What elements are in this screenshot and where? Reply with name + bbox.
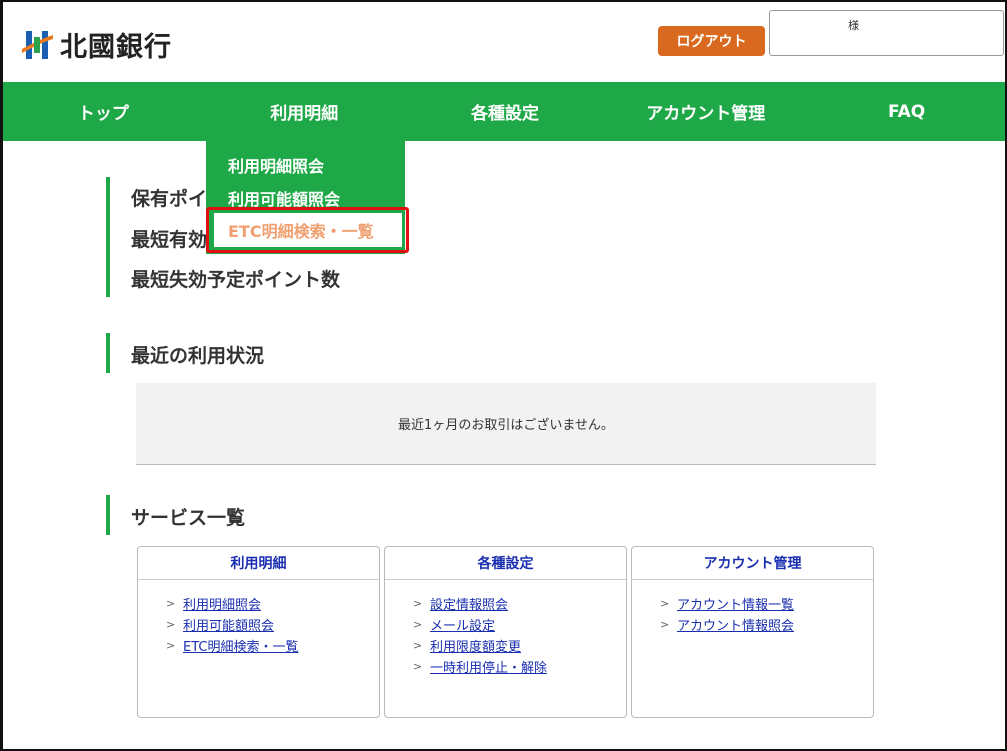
list-item: > メール設定 <box>413 614 626 635</box>
chevron-right-icon: > <box>660 597 670 610</box>
chevron-right-icon: > <box>413 660 423 673</box>
service-link-list: > 設定情報照会 > メール設定 > 利用限度額変更 > 一時利用停止・解除 <box>385 580 626 677</box>
link-statement-inquiry[interactable]: 利用明細照会 <box>183 594 261 613</box>
list-item: > ETC明細検索・一覧 <box>166 635 379 656</box>
points-held-label: 保有ポイ <box>131 188 208 210</box>
service-card-settings: 各種設定 > 設定情報照会 > メール設定 > 利用限度額変更 > 一時利用停止・解除 <box>384 546 627 718</box>
logout-button[interactable]: ログアウト <box>658 26 765 56</box>
points-shortest-valid-label: 最短有効 <box>131 229 208 251</box>
chevron-right-icon: > <box>166 618 176 631</box>
dropdown-item-highlight-frame: ETC明細検索・一覧 <box>206 207 409 253</box>
main-nav: トップ 利用明細 各種設定 アカウント管理 FAQ <box>3 82 1005 141</box>
recent-section-title: 最近の利用状況 <box>131 345 265 367</box>
service-card-title: 利用明細 <box>138 547 379 580</box>
service-card-title: アカウント管理 <box>632 547 873 580</box>
browser-frame: 北國銀行 ログアウト 様 トップ 利用明細 各種設定 アカウント管理 FAQ 保… <box>0 0 1007 751</box>
points-expiring-label: 最短失効予定ポイント数 <box>131 269 341 291</box>
service-link-list: > 利用明細照会 > 利用可能額照会 > ETC明細検索・一覧 <box>138 580 379 656</box>
list-item: > アカウント情報一覧 <box>660 593 873 614</box>
dropdown-item-statement-inquiry[interactable]: 利用明細照会 <box>228 153 324 177</box>
service-link-list: > アカウント情報一覧 > アカウント情報照会 <box>632 580 873 635</box>
list-item: > アカウント情報照会 <box>660 614 873 635</box>
dropdown-item-etc-statements[interactable]: ETC明細検索・一覧 <box>214 213 402 247</box>
link-available-amount[interactable]: 利用可能額照会 <box>183 615 274 634</box>
list-item: > 利用可能額照会 <box>166 614 379 635</box>
list-item: > 一時利用停止・解除 <box>413 656 626 677</box>
recent-empty-message: 最近1ヶ月のお取引はございません。 <box>398 418 614 433</box>
list-item: > 利用限度額変更 <box>413 635 626 656</box>
services-section-bar <box>106 495 110 535</box>
recent-usage-panel: 最近1ヶ月のお取引はございません。 <box>136 383 876 465</box>
list-item: > 設定情報照会 <box>413 593 626 614</box>
link-limit-change[interactable]: 利用限度額変更 <box>430 636 521 655</box>
bank-logo[interactable]: 北國銀行 <box>20 25 172 64</box>
bank-logo-icon <box>22 30 53 59</box>
services-section-title: サービス一覧 <box>131 507 246 529</box>
service-card-statements: 利用明細 > 利用明細照会 > 利用可能額照会 > ETC明細検索・一覧 <box>137 546 380 718</box>
list-item: > 利用明細照会 <box>166 593 379 614</box>
link-settings-inquiry[interactable]: 設定情報照会 <box>430 594 508 613</box>
chevron-right-icon: > <box>413 597 423 610</box>
nav-item-settings[interactable]: 各種設定 <box>405 82 606 141</box>
user-name-box: 様 <box>769 10 1004 56</box>
chevron-right-icon: > <box>413 639 423 652</box>
link-suspend-resume[interactable]: 一時利用停止・解除 <box>430 657 547 676</box>
chevron-right-icon: > <box>166 597 176 610</box>
points-section-bar <box>106 177 110 297</box>
link-account-list[interactable]: アカウント情報一覧 <box>677 594 794 613</box>
recent-section-bar <box>106 333 110 373</box>
link-account-inquiry[interactable]: アカウント情報照会 <box>677 615 794 634</box>
chevron-right-icon: > <box>166 639 176 652</box>
user-honorific: 様 <box>848 19 859 32</box>
nav-item-faq[interactable]: FAQ <box>806 82 1005 141</box>
statements-dropdown-menu: 利用明細照会 利用可能額照会 ETC明細検索・一覧 <box>206 141 409 254</box>
chevron-right-icon: > <box>413 618 423 631</box>
nav-item-statements[interactable]: 利用明細 <box>204 82 405 141</box>
chevron-right-icon: > <box>660 618 670 631</box>
nav-item-top[interactable]: トップ <box>3 82 204 141</box>
service-card-account: アカウント管理 > アカウント情報一覧 > アカウント情報照会 <box>631 546 874 718</box>
nav-item-account[interactable]: アカウント管理 <box>605 82 806 141</box>
link-mail-settings[interactable]: メール設定 <box>430 615 495 634</box>
service-card-title: 各種設定 <box>385 547 626 580</box>
bank-logo-text: 北國銀行 <box>60 32 172 63</box>
link-etc-statements[interactable]: ETC明細検索・一覧 <box>183 636 298 655</box>
